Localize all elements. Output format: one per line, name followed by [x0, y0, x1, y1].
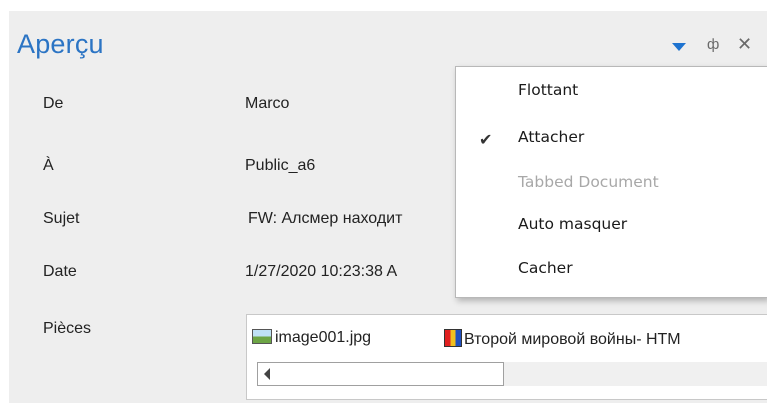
menu-item-floating[interactable]: Flottant — [518, 81, 578, 99]
from-label: De — [43, 95, 64, 112]
to-label: À — [43, 157, 54, 174]
attachment-item[interactable]: image001.jpg — [252, 329, 371, 347]
pane-options-menu: ✔ Flottant Attacher Tabbed Document Auto… — [455, 66, 767, 298]
horizontal-scrollbar[interactable] — [257, 362, 504, 386]
subject-label: Sujet — [43, 210, 80, 227]
image-file-icon — [252, 329, 272, 344]
subject-value: FW: Алсмер находит — [248, 210, 403, 227]
pin-icon[interactable]: ф — [707, 36, 719, 53]
close-icon[interactable]: ✕ — [737, 34, 752, 55]
attachment-name: image001.jpg — [275, 329, 372, 346]
attachments-label: Pièces — [43, 320, 92, 337]
date-label: Date — [43, 263, 77, 280]
check-icon: ✔ — [479, 130, 493, 149]
menu-item-auto-hide[interactable]: Auto masquer — [518, 215, 627, 233]
attachment-name: Второй мировой войны- HTM — [464, 331, 681, 348]
attachment-item[interactable]: Второй мировой войны- HTM — [444, 329, 681, 349]
chevron-down-icon[interactable] — [672, 43, 686, 51]
to-value: Public_a6 — [245, 157, 316, 174]
from-value: Marco — [245, 95, 290, 112]
pane-title: Aperçu — [17, 29, 104, 59]
menu-item-hide[interactable]: Cacher — [518, 259, 573, 277]
attachments-box: image001.jpg Второй мировой войны- HTM — [246, 314, 767, 400]
date-value: 1/27/2020 10:23:38 A — [245, 263, 398, 280]
html-file-icon — [444, 329, 462, 347]
menu-item-tabbed-document: Tabbed Document — [518, 173, 659, 191]
scroll-left-icon[interactable] — [264, 368, 270, 380]
menu-item-dock[interactable]: Attacher — [518, 128, 584, 146]
scrollbar-track[interactable] — [501, 362, 767, 386]
